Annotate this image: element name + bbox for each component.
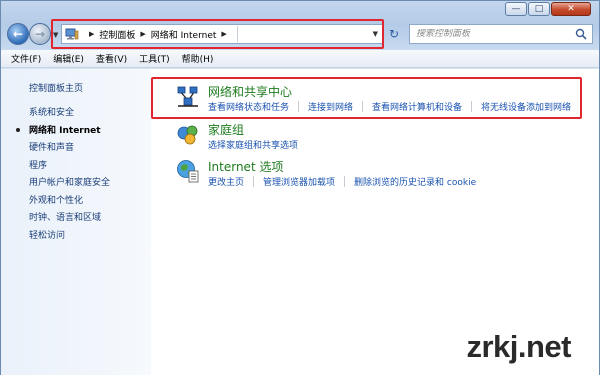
refresh-icon: ↻ [388,27,400,41]
watermark: zrkj.net [466,329,571,364]
menu-file[interactable]: 文件(F) [11,52,41,65]
close-button[interactable]: ✕ [551,2,591,16]
sidebar-item-network-internet[interactable]: 网络和 Internet [29,123,110,141]
link-add-wireless-device[interactable]: 将无线设备添加到网络 [481,100,571,113]
search-box[interactable] [409,24,593,44]
link-manage-addons[interactable]: 管理浏览器加载项 [263,175,335,188]
section-links-internet-options: 更改主页 管理浏览器加载项 删除浏览的历史记录和 cookie [208,175,476,188]
network-sharing-icon [175,83,201,109]
link-view-network-computers[interactable]: 查看网络计算机和设备 [372,100,462,113]
sidebar-item-system-security[interactable]: 系统和安全 [29,105,110,123]
sidebar-item-user-accounts[interactable]: 用户帐户和家庭安全 [29,175,110,193]
window-controls: — □ ✕ [505,2,591,16]
maximize-button[interactable]: □ [528,2,550,16]
link-separator [344,176,346,187]
minimize-button[interactable]: — [505,2,527,16]
sidebar: 控制面板主页 系统和安全 网络和 Internet 硬件和声音 程序 用户帐户和… [1,69,151,375]
section-links-homegroup: 选择家庭组和共享选项 [208,138,298,151]
link-delete-history[interactable]: 删除浏览的历史记录和 cookie [354,175,476,188]
menu-help[interactable]: 帮助(H) [182,52,214,65]
control-panel-icon [64,27,80,41]
link-separator [471,101,473,112]
homegroup-icon [175,121,201,147]
explorer-window: — □ ✕ ← → ▼ ▶ 控制面板 ▶ 网络和 Internet ▶ ▼ ↻ … [0,0,600,375]
link-separator [362,101,364,112]
section-title-homegroup[interactable]: 家庭组 [208,121,244,138]
arrow-right-icon: → [34,27,46,41]
sidebar-item-programs[interactable]: 程序 [29,158,110,176]
recent-pages-dropdown[interactable]: ▼ [53,31,58,39]
sidebar-home-link[interactable]: 控制面板主页 [29,81,83,94]
title-bar: — □ ✕ [1,1,599,21]
menu-tools[interactable]: 工具(T) [139,52,170,65]
breadcrumb-network-internet[interactable]: 网络和 Internet [151,28,217,41]
menu-view[interactable]: 查看(V) [96,52,127,65]
sidebar-item-ease-of-access[interactable]: 轻松访问 [29,228,110,246]
navigation-bar: ← → ▼ ▶ 控制面板 ▶ 网络和 Internet ▶ ▼ ↻ 搜索控制面板 [1,21,599,49]
breadcrumb-control-panel[interactable]: 控制面板 [99,28,135,41]
chevron-right-icon[interactable]: ▶ [221,30,226,38]
link-homegroup-options[interactable]: 选择家庭组和共享选项 [208,138,298,151]
chevron-right-icon[interactable]: ▶ [140,30,145,38]
active-bullet-icon [16,128,20,132]
link-view-network-status[interactable]: 查看网络状态和任务 [208,100,289,113]
link-connect-to-network[interactable]: 连接到网络 [308,100,353,113]
section-title-internet-options[interactable]: Internet 选项 [208,158,283,175]
section-title-network-sharing[interactable]: 网络和共享中心 [208,83,292,100]
sidebar-item-hardware-sound[interactable]: 硬件和声音 [29,140,110,158]
arrow-left-icon: ← [12,27,24,41]
address-bar[interactable]: ▶ 控制面板 ▶ 网络和 Internet ▶ ▼ [61,24,383,44]
sidebar-list: 系统和安全 网络和 Internet 硬件和声音 程序 用户帐户和家庭安全 外观… [29,105,110,245]
link-separator [253,176,255,187]
address-dropdown-icon[interactable]: ▼ [373,30,378,38]
link-separator [298,101,300,112]
link-change-homepage[interactable]: 更改主页 [208,175,244,188]
chevron-right-icon[interactable]: ▶ [89,30,94,38]
forward-button[interactable]: → [29,23,51,45]
content-area: 控制面板主页 系统和安全 网络和 Internet 硬件和声音 程序 用户帐户和… [1,69,599,375]
sidebar-item-appearance[interactable]: 外观和个性化 [29,193,110,211]
sidebar-item-clock-language[interactable]: 时钟、语言和区域 [29,210,110,228]
internet-options-icon [175,158,201,184]
back-button[interactable]: ← [7,23,29,45]
menu-bar: 文件(F) 编辑(E) 查看(V) 工具(T) 帮助(H) [1,50,599,68]
address-divider [236,26,238,42]
section-links-network-sharing: 查看网络状态和任务 连接到网络 查看网络计算机和设备 将无线设备添加到网络 [208,100,571,113]
menu-edit[interactable]: 编辑(E) [53,52,84,65]
search-icon[interactable] [575,28,587,43]
refresh-button[interactable]: ↻ [386,26,402,42]
search-input[interactable] [416,29,571,39]
